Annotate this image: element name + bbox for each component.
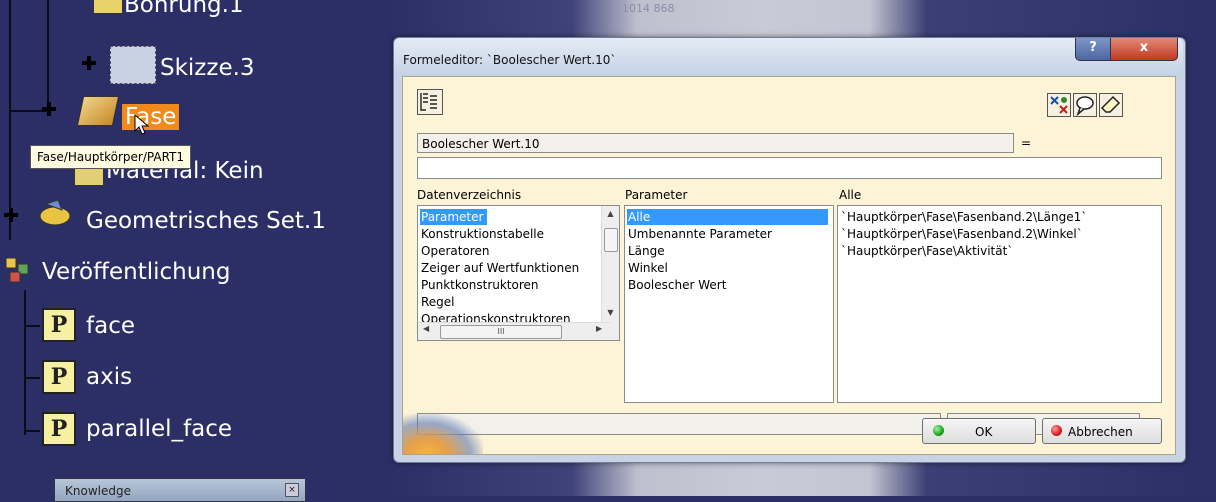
list-item[interactable]: Konstruktionstabelle — [420, 226, 548, 242]
scroll-thumb[interactable] — [604, 228, 618, 252]
publication-icon — [4, 256, 38, 286]
tooltip: Fase/Hauptkörper/PART1 — [30, 145, 192, 169]
dictionary-tool-icon[interactable] — [417, 89, 443, 115]
coordinate-readout: 1014 868 — [622, 2, 675, 15]
list-item[interactable]: `Hauptkörper\Fase\Fasenband.2\Länge1` — [840, 209, 1091, 225]
cancel-button-label: Abbrechen — [1068, 425, 1133, 439]
list-item[interactable]: Boolescher Wert — [627, 277, 730, 293]
close-icon[interactable]: × — [285, 483, 299, 497]
list-item[interactable]: Länge — [627, 243, 669, 259]
list-item[interactable]: Umbenannte Parameter — [627, 226, 776, 242]
formula-editor-dialog: Formeleditor: `Boolescher Wert.10` ? x B… — [393, 37, 1186, 463]
list-item[interactable]: `Hauptkörper\Fase\Aktivität` — [840, 243, 1017, 259]
comment-tool-icon[interactable] — [1073, 93, 1097, 117]
horizontal-scrollbar[interactable]: ◀ III ▶ — [418, 322, 610, 340]
tree-line — [9, 0, 11, 240]
all-header: Alle — [839, 188, 862, 202]
geometric-set-icon — [38, 198, 72, 228]
knowledge-toolbar[interactable]: Knowledge × — [54, 478, 306, 502]
tree-line — [24, 325, 40, 327]
list-item[interactable]: Zeiger auf Wertfunktionen — [420, 260, 583, 276]
sketch-icon — [110, 46, 156, 84]
status-field-left — [417, 413, 941, 435]
parameter-name-field[interactable]: Boolescher Wert.10 — [417, 133, 1014, 153]
tree-node-parallel-face[interactable]: parallel_face — [86, 416, 232, 442]
expand-plus-icon[interactable] — [82, 56, 96, 70]
expand-plus-icon[interactable] — [42, 102, 56, 116]
tree-node-bohrung[interactable]: Bohrung.1 — [124, 0, 244, 18]
scroll-up-icon[interactable]: ▲ — [602, 209, 619, 223]
tree-node-axis[interactable]: axis — [86, 364, 132, 390]
list-item[interactable]: Parameter — [420, 209, 488, 225]
specification-tree: Bohrung.1 Skizze.3 Fase Material: Kein F… — [0, 0, 390, 496]
logo-decoration — [403, 414, 483, 454]
ok-button[interactable]: OK — [922, 418, 1036, 444]
formula-input[interactable] — [417, 157, 1162, 179]
list-item[interactable]: Regel — [420, 294, 459, 310]
dialog-client-area: Boolescher Wert.10 = Datenverzeichnis Pa… — [402, 76, 1176, 455]
publication-item-icon: P — [42, 360, 76, 394]
expand-plus-icon[interactable] — [4, 208, 18, 222]
parameter-type-list[interactable]: Alle Umbenannte Parameter Länge Winkel B… — [624, 205, 834, 403]
vertical-scrollbar[interactable]: ▲ ▼ — [601, 206, 619, 340]
close-button[interactable]: x — [1110, 38, 1178, 61]
tree-line — [47, 0, 49, 110]
publication-item-icon: P — [42, 308, 76, 342]
ok-status-icon — [933, 425, 944, 436]
select-tool-icon[interactable] — [1047, 93, 1071, 117]
list-item[interactable]: `Hauptkörper\Fase\Fasenband.2\Winkel` — [840, 226, 1087, 242]
tree-node-fase[interactable]: Fase — [122, 104, 180, 130]
eraser-tool-icon[interactable] — [1099, 93, 1123, 117]
scroll-right-icon[interactable]: ▶ — [596, 324, 602, 333]
list-item[interactable]: Punktkonstruktoren — [420, 277, 543, 293]
scroll-down-icon[interactable]: ▼ — [602, 308, 619, 322]
cancel-status-icon — [1051, 425, 1062, 436]
ok-button-label: OK — [975, 425, 993, 439]
list-item[interactable]: Alle — [627, 209, 828, 225]
tree-line — [24, 377, 40, 379]
dictionary-list[interactable]: Parameter Konstruktionstabelle Operatore… — [417, 205, 620, 341]
parameter-header: Parameter — [625, 188, 688, 202]
tree-node-geometric-set[interactable]: Geometrisches Set.1 — [86, 208, 326, 234]
members-list[interactable]: `Hauptkörper\Fase\Fasenband.2\Länge1` `H… — [837, 205, 1162, 403]
dialog-titlebar[interactable]: Formeleditor: `Boolescher Wert.10` ? x — [394, 38, 1183, 76]
publication-item-icon: P — [42, 412, 76, 446]
chamfer-icon — [76, 96, 120, 126]
tree-line — [24, 430, 40, 432]
dialog-title: Formeleditor: `Boolescher Wert.10` — [403, 53, 617, 67]
tree-node-publication[interactable]: Veröffentlichung — [42, 259, 230, 285]
scroll-left-icon[interactable]: ◀ — [423, 324, 429, 333]
list-item[interactable]: Operatoren — [420, 243, 493, 259]
tree-node-skizze[interactable]: Skizze.3 — [160, 55, 255, 81]
tree-node-face[interactable]: face — [86, 313, 135, 339]
cancel-button[interactable]: Abbrechen — [1042, 418, 1162, 444]
mouse-cursor-icon — [134, 113, 150, 140]
scroll-thumb[interactable]: III — [440, 325, 562, 339]
tree-line — [24, 290, 26, 435]
equals-sign: = — [1021, 136, 1032, 150]
help-button[interactable]: ? — [1075, 38, 1111, 61]
hole-feature-icon — [93, 0, 123, 14]
dictionary-header: Datenverzeichnis — [417, 188, 522, 202]
list-item[interactable]: Winkel — [627, 260, 672, 276]
